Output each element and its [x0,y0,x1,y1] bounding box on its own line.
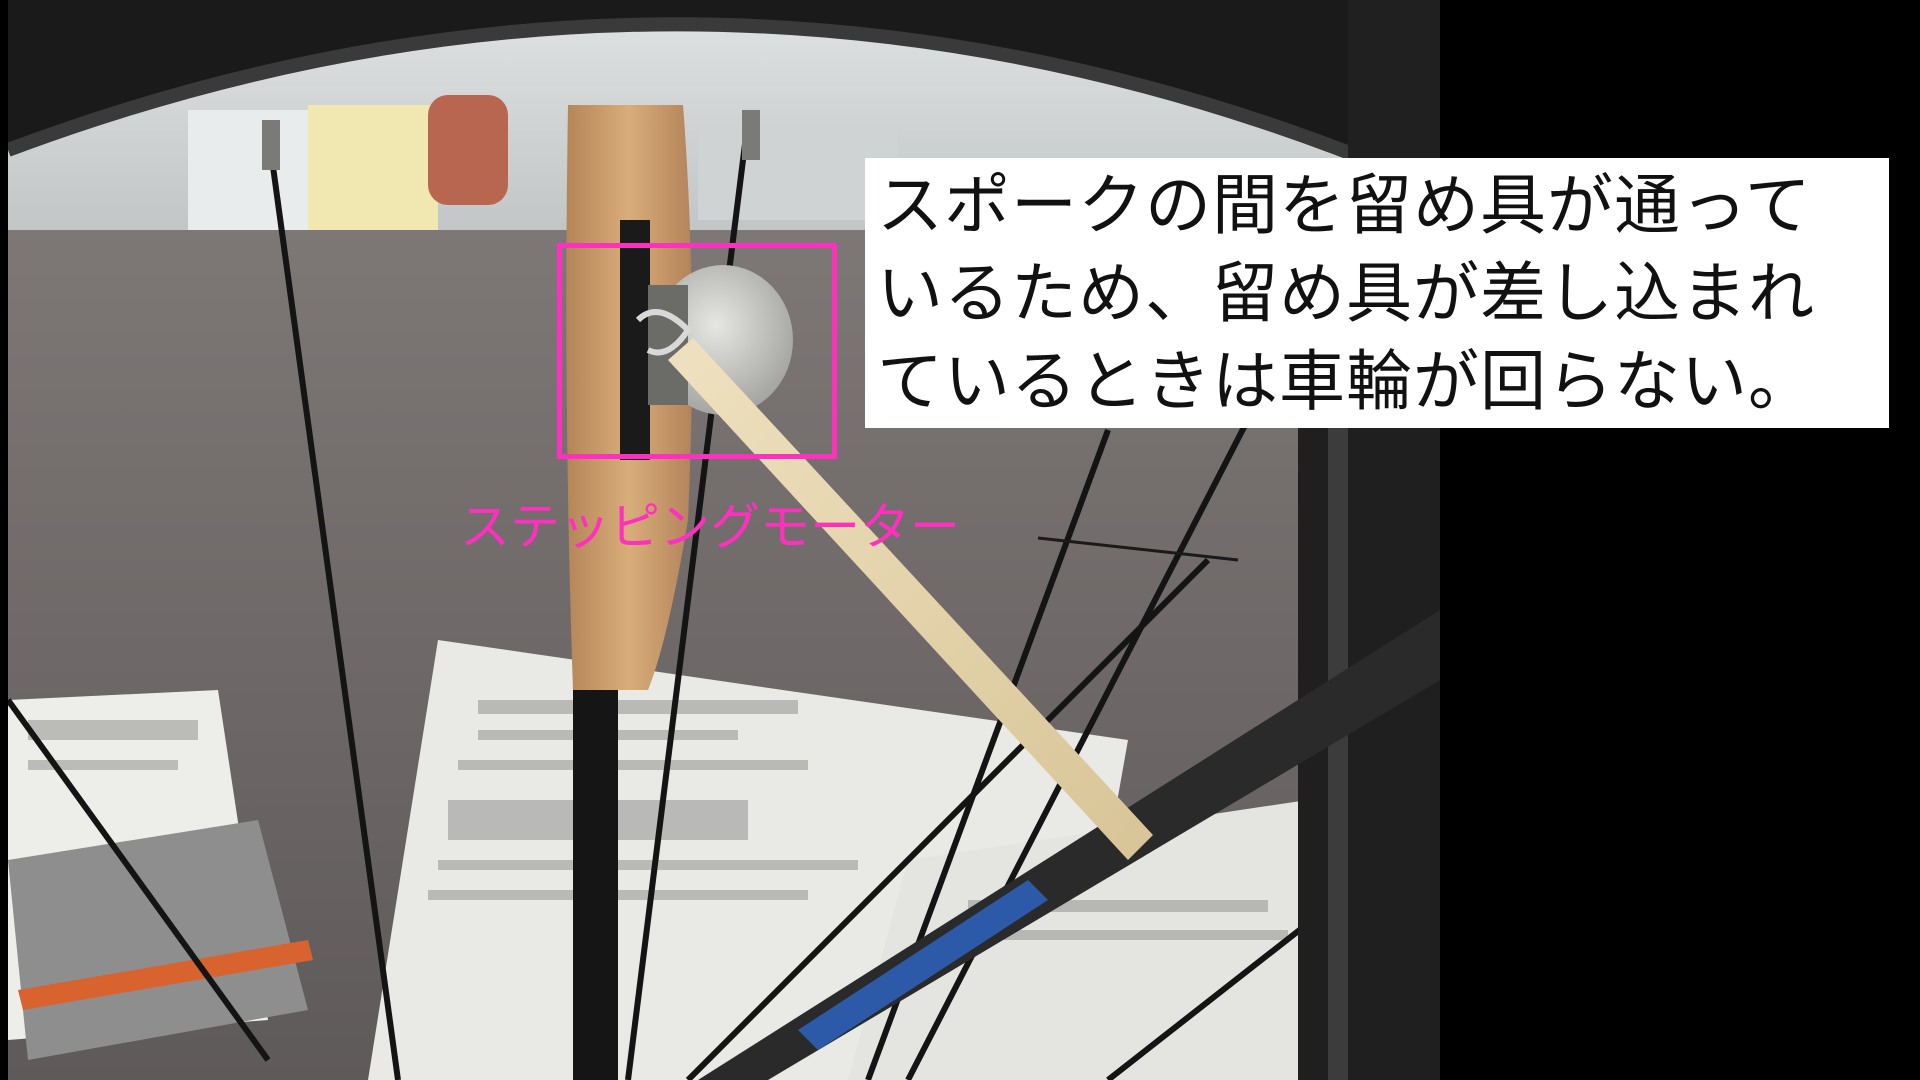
motor-highlight-box [557,243,837,459]
motor-label: ステッピングモーター [460,498,960,556]
caption-line: スポークの間を留め具が通って [877,167,1812,244]
background-person [428,95,508,205]
caption-box: スポークの間を留め具が通って いるため、留め具が差し込まれ ているときは車輪が回… [865,158,1889,428]
spoke-nipple-right [742,110,760,160]
spoke-nipple-left [262,120,280,170]
caption-line: いるため、留め具が差し込まれ [877,255,1815,332]
caption-line: ているときは車輪が回らない。 [877,343,1815,420]
stand-post [573,650,618,1080]
fork-right-highlight [1328,420,1348,1080]
